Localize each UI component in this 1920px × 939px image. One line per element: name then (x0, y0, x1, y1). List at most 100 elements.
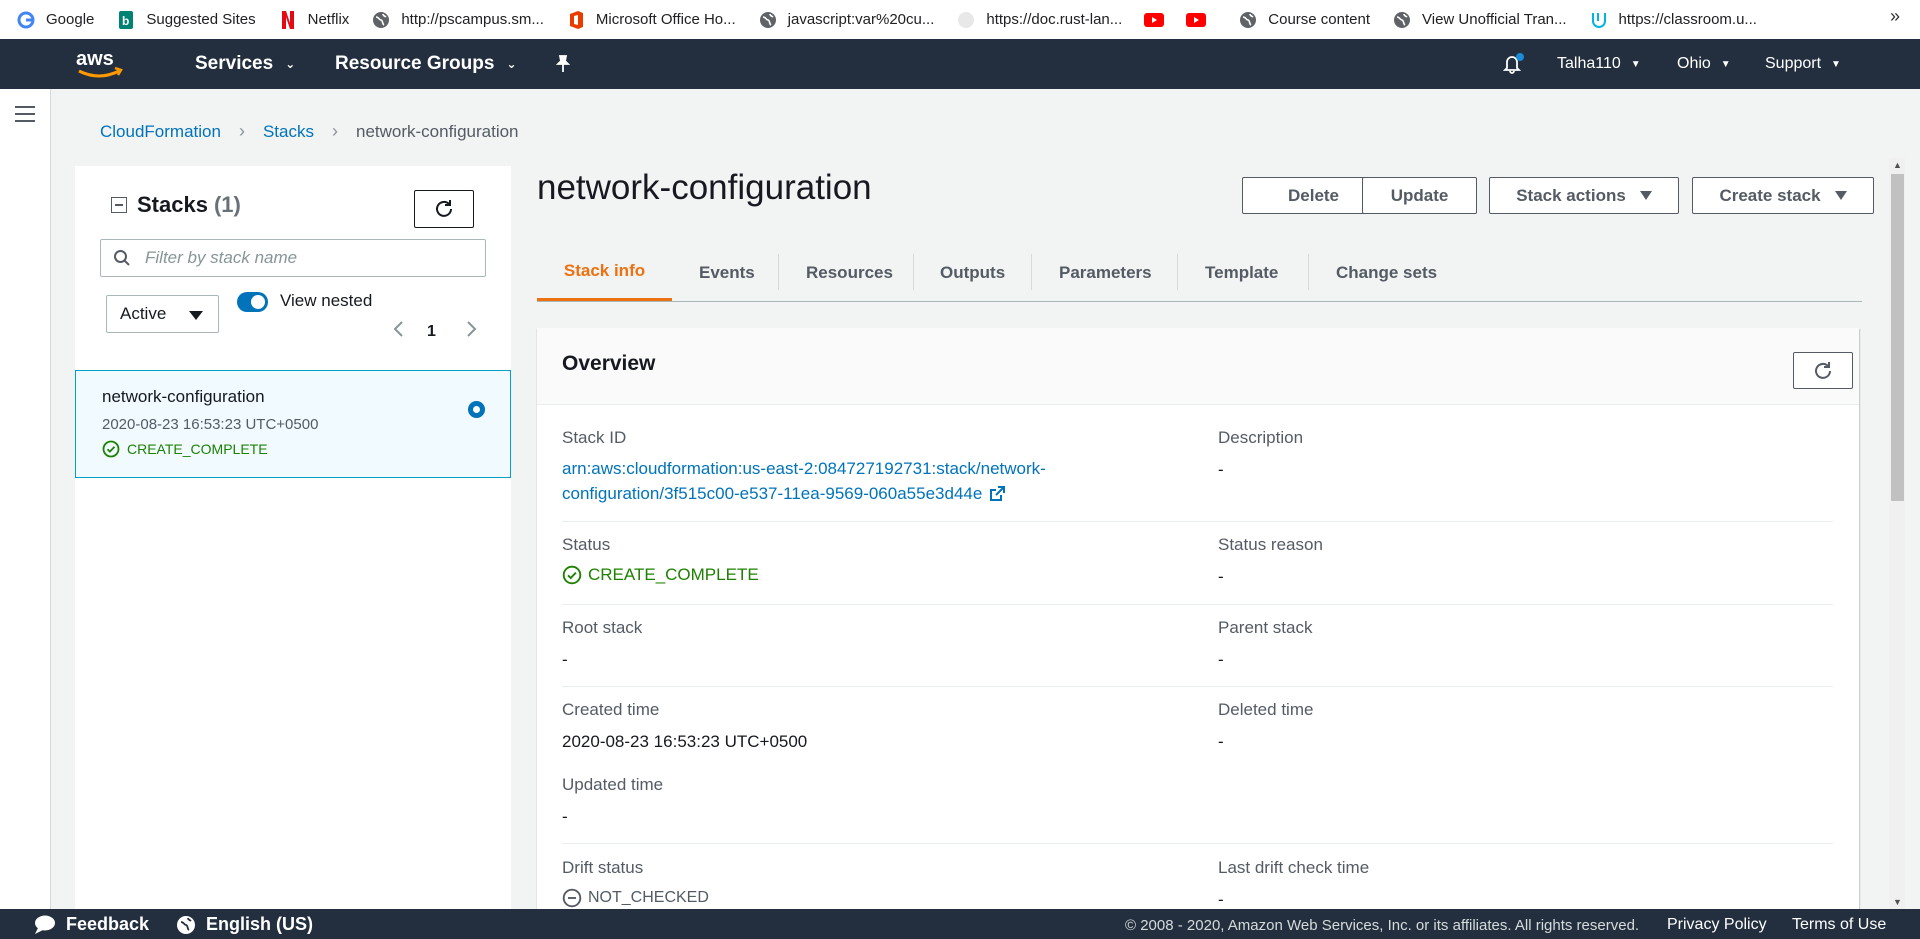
description-value: - (1218, 460, 1224, 479)
stack-item-created: 2020-08-23 16:53:23 UTC+0500 (102, 416, 319, 433)
filter-stacks-input[interactable]: Filter by stack name (100, 239, 486, 277)
tab-divider (1308, 254, 1309, 290)
bookmark-google[interactable]: Google (16, 10, 94, 30)
console-footer: Feedback English (US) © 2008 - 2020, Ama… (0, 909, 1920, 939)
tab-change-sets[interactable]: Change sets (1336, 244, 1437, 302)
rust-icon (956, 10, 976, 30)
create-stack-button[interactable]: Create stack (1692, 177, 1874, 214)
overview-header: Overview (537, 328, 1859, 405)
refresh-icon (1815, 361, 1831, 379)
aws-top-nav: aws Services ⌄ Resource Groups ⌄ Talha11… (0, 39, 1920, 89)
notifications-button[interactable] (1502, 39, 1524, 89)
breadcrumb-stacks[interactable]: Stacks (263, 122, 314, 142)
services-menu[interactable]: Services ⌄ (195, 39, 295, 89)
resource-groups-menu[interactable]: Resource Groups ⌄ (335, 39, 517, 89)
bookmark-label: Microsoft Office Ho... (595, 11, 736, 28)
bookmark-office[interactable]: Microsoft Office Ho... (566, 10, 736, 30)
update-button[interactable]: Update (1362, 177, 1477, 214)
breadcrumb-current: network-configuration (355, 121, 519, 141)
resource-groups-label: Resource Groups (335, 53, 495, 74)
bookmark-javascript[interactable]: javascript:var%20cu... (758, 10, 934, 30)
feedback-button[interactable]: Feedback (34, 914, 149, 935)
tab-divider (778, 254, 779, 290)
bookmark-youtube-2[interactable] (1186, 10, 1216, 30)
view-nested-toggle[interactable] (237, 292, 268, 312)
row-divider (562, 521, 1833, 522)
status-filter-select[interactable]: Active (106, 295, 219, 333)
stacks-title: Stacks (137, 192, 208, 217)
feedback-label: Feedback (66, 914, 150, 934)
more-bookmarks-icon[interactable]: » (1890, 6, 1900, 27)
collapse-icon[interactable] (111, 197, 127, 213)
refresh-overview-button[interactable] (1793, 352, 1853, 389)
pagination-current-page[interactable]: 1 (427, 323, 436, 341)
stack-item-status-text: CREATE_COMPLETE (127, 441, 268, 457)
bookmark-rust-doc[interactable]: https://doc.rust-lan... (956, 10, 1122, 30)
tab-outputs[interactable]: Outputs (940, 244, 1005, 302)
bookmark-netflix[interactable]: Netflix (278, 10, 349, 30)
scroll-down-icon[interactable]: ▼ (1893, 897, 1902, 907)
parent-stack-label: Parent stack (1218, 618, 1313, 637)
tab-parameters[interactable]: Parameters (1059, 244, 1152, 302)
row-divider (562, 686, 1833, 687)
tab-label: Outputs (940, 263, 1006, 282)
caret-down-icon (1834, 191, 1847, 200)
created-time-label: Created time (562, 700, 660, 719)
overview-title: Overview (562, 352, 656, 375)
refresh-stacks-button[interactable] (414, 190, 474, 228)
stack-list-item[interactable]: network-configuration 2020-08-23 16:53:2… (75, 370, 511, 478)
row-divider (562, 843, 1833, 844)
bookmark-label: https://classroom.u... (1618, 11, 1757, 28)
stack-actions-label: Stack actions (1516, 185, 1626, 205)
update-label: Update (1390, 185, 1449, 205)
tab-resources[interactable]: Resources (806, 244, 893, 302)
breadcrumb-cloudformation[interactable]: CloudFormation (100, 122, 221, 142)
chevron-down-icon: ⌄ (506, 57, 517, 71)
support-menu[interactable]: Support ▼ (1765, 39, 1841, 89)
last-drift-check-value: - (1218, 890, 1224, 909)
account-name: Talha110 (1557, 55, 1621, 72)
account-menu[interactable]: Talha110 ▼ (1557, 39, 1641, 89)
tab-template[interactable]: Template (1205, 244, 1278, 302)
caret-down-icon: ▼ (1720, 58, 1731, 70)
tab-events[interactable]: Events (699, 244, 755, 302)
bookmark-suggested-sites[interactable]: b Suggested Sites (116, 10, 256, 30)
stack-select-radio[interactable] (468, 401, 485, 418)
deleted-time-value: - (1218, 732, 1224, 751)
tab-label: Template (1205, 263, 1279, 282)
bookmark-pscampus[interactable]: http://pscampus.sm... (371, 10, 544, 30)
scrollbar-thumb[interactable] (1891, 174, 1904, 501)
support-label: Support (1765, 55, 1822, 72)
region-menu[interactable]: Ohio ▼ (1677, 39, 1731, 89)
bookmark-unofficial-tran[interactable]: View Unofficial Tran... (1392, 10, 1567, 30)
pagination-next[interactable] (466, 320, 478, 338)
menu-icon[interactable] (15, 106, 35, 122)
language-selector[interactable]: English (US) (176, 914, 313, 935)
scroll-up-icon[interactable]: ▲ (1893, 160, 1902, 170)
aws-logo[interactable]: aws (75, 47, 127, 81)
copyright-text: © 2008 - 2020, Amazon Web Services, Inc.… (1125, 917, 1640, 934)
stack-id-link[interactable]: arn:aws:cloudformation:us-east-2:0847271… (562, 456, 1046, 506)
bell-icon (1502, 53, 1524, 74)
bookmark-youtube-1[interactable] (1144, 10, 1174, 30)
bookmark-label: https://doc.rust-lan... (986, 11, 1123, 28)
tab-stack-info[interactable]: Stack info (537, 244, 672, 301)
stack-item-name: network-configuration (102, 387, 265, 406)
pin-button[interactable] (555, 39, 571, 89)
stack-tabs: Stack info Events Resources Outputs Para… (537, 244, 1862, 302)
create-stack-label: Create stack (1719, 185, 1821, 205)
refresh-icon (436, 200, 452, 217)
stack-actions-button[interactable]: Stack actions (1489, 177, 1679, 214)
language-label: English (US) (206, 914, 313, 934)
bookmark-course-content[interactable]: Course content (1238, 10, 1370, 30)
pagination-prev[interactable] (392, 320, 404, 338)
side-nav-rail (0, 89, 51, 909)
page-scrollbar[interactable]: ▲ ▼ (1889, 158, 1905, 909)
bookmark-classroom[interactable]: https://classroom.u... (1589, 10, 1757, 30)
privacy-policy-link[interactable]: Privacy Policy (1667, 916, 1767, 934)
tab-label: Parameters (1059, 263, 1152, 282)
stack-id-line-1: arn:aws:cloudformation:us-east-2:0847271… (562, 459, 1046, 478)
search-icon (114, 250, 130, 266)
stacks-count: (1) (213, 192, 241, 217)
terms-of-use-link[interactable]: Terms of Use (1792, 916, 1886, 934)
